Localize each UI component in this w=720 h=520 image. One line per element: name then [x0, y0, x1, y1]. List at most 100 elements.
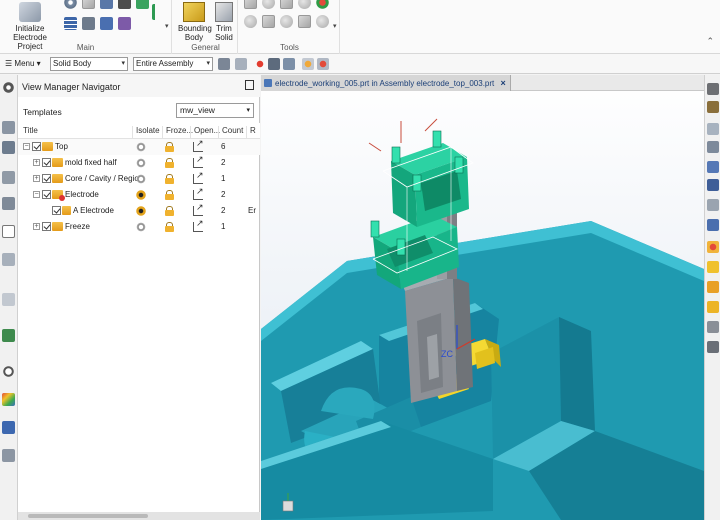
- tool-icon-10[interactable]: [316, 15, 329, 28]
- visibility-checkbox[interactable]: [42, 158, 51, 167]
- hide-icon[interactable]: [707, 83, 719, 95]
- open-icon[interactable]: [193, 186, 204, 200]
- isolate-icon[interactable]: [136, 142, 146, 152]
- navigator-scrollbar[interactable]: [18, 512, 260, 520]
- translucency-icon[interactable]: [707, 321, 719, 333]
- view-icon[interactable]: [283, 58, 295, 70]
- open-icon[interactable]: [193, 202, 204, 216]
- tree-row-electrode[interactable]: − Electrode 2: [18, 186, 260, 203]
- ribbon-collapse-icon[interactable]: ⌃: [706, 36, 714, 47]
- open-icon[interactable]: [193, 138, 204, 152]
- tint-icon[interactable]: [707, 301, 719, 313]
- menu-button[interactable]: ☰ Menu ▾: [3, 57, 43, 71]
- tool-icon-7[interactable]: [262, 15, 275, 28]
- wizard-icon[interactable]: [82, 0, 95, 9]
- tree-row-top[interactable]: − Top 6: [18, 138, 260, 155]
- constraint-icon[interactable]: [2, 171, 15, 184]
- templates-select[interactable]: mw_view ▾: [176, 103, 254, 118]
- process-icon[interactable]: [2, 421, 15, 434]
- electrode-tool-icon[interactable]: [82, 17, 95, 30]
- gear-icon[interactable]: [64, 0, 77, 9]
- graphics-tab[interactable]: electrode_working_005.prt in Assembly el…: [261, 75, 511, 91]
- add-icon[interactable]: [100, 0, 113, 9]
- history-icon[interactable]: [2, 293, 15, 306]
- tool-icon-8[interactable]: [280, 15, 293, 28]
- orient-icon[interactable]: [302, 58, 314, 70]
- expand-icon[interactable]: +: [33, 175, 40, 182]
- close-icon[interactable]: ×: [500, 78, 505, 88]
- column-header-extra[interactable]: R: [246, 126, 260, 138]
- isolate-icon[interactable]: [136, 174, 146, 184]
- wcs-icon[interactable]: [707, 101, 719, 113]
- assembly-icon[interactable]: [100, 17, 113, 30]
- bounding-body-button[interactable]: Bounding Body: [178, 0, 212, 42]
- clip-icon[interactable]: [707, 179, 719, 191]
- system-icon[interactable]: [2, 449, 15, 462]
- collapse-icon[interactable]: −: [33, 191, 40, 198]
- tree-row-a-electrode[interactable]: A Electrode 2 Er: [18, 202, 260, 219]
- main-more-dropdown[interactable]: ▾: [165, 22, 169, 30]
- lock-icon[interactable]: [165, 222, 174, 232]
- lock-icon[interactable]: [165, 190, 174, 200]
- tool-icon-5[interactable]: [316, 0, 329, 9]
- layer-icon[interactable]: [707, 219, 719, 231]
- measure-icon[interactable]: [707, 123, 719, 135]
- tree-row-freeze[interactable]: + Freeze 1: [18, 218, 260, 235]
- isolate-icon[interactable]: [136, 190, 146, 200]
- visibility-checkbox[interactable]: [42, 190, 51, 199]
- column-header-isolate[interactable]: Isolate: [132, 126, 162, 138]
- tool-icon-3[interactable]: [280, 0, 293, 9]
- filter-icon[interactable]: [235, 58, 247, 70]
- web-browser-icon[interactable]: [2, 329, 15, 342]
- open-icon[interactable]: [193, 218, 204, 232]
- pin-icon[interactable]: [268, 58, 280, 70]
- edge-icon[interactable]: [707, 199, 719, 211]
- visibility-checkbox[interactable]: [32, 142, 41, 151]
- open-icon[interactable]: [193, 154, 204, 168]
- render-icon[interactable]: [317, 58, 329, 70]
- column-header-frozen[interactable]: Froze...: [162, 126, 193, 138]
- tool-icon-2[interactable]: [262, 0, 275, 9]
- lock-icon[interactable]: [165, 158, 174, 168]
- fit-icon[interactable]: [707, 341, 719, 353]
- column-header-title[interactable]: Title: [18, 126, 132, 138]
- lock-icon[interactable]: [165, 142, 174, 152]
- analysis-icon[interactable]: [707, 141, 719, 153]
- snap-icon[interactable]: [218, 58, 230, 70]
- color-icon[interactable]: [707, 281, 719, 293]
- graphics-window[interactable]: electrode_working_005.prt in Assembly el…: [261, 75, 704, 520]
- open-icon[interactable]: [193, 170, 204, 184]
- select-arrow-icon[interactable]: [152, 4, 161, 20]
- column-header-count[interactable]: Count: [218, 126, 246, 138]
- expand-icon[interactable]: +: [33, 223, 40, 230]
- point-icon[interactable]: [254, 58, 266, 70]
- tree-row-mold-fixed-half[interactable]: + mold fixed half 2: [18, 154, 260, 171]
- maximize-icon[interactable]: [245, 80, 254, 90]
- visibility-checkbox[interactable]: [42, 174, 51, 183]
- table-icon[interactable]: [64, 17, 77, 30]
- lock-icon[interactable]: [165, 206, 174, 216]
- part-navigator-icon[interactable]: [2, 121, 15, 134]
- settings-icon[interactable]: [2, 81, 15, 94]
- assembly-navigator-icon[interactable]: [2, 141, 15, 154]
- column-header-open[interactable]: Open...: [190, 126, 220, 138]
- tool-icon-6[interactable]: [244, 15, 257, 28]
- trim-solid-button[interactable]: Trim Solid: [212, 0, 236, 42]
- isolate-icon[interactable]: [136, 222, 146, 232]
- render-style-icon[interactable]: [707, 261, 719, 273]
- measure-icon[interactable]: [118, 17, 131, 30]
- palette-icon[interactable]: [2, 393, 15, 406]
- lock-icon[interactable]: [165, 174, 174, 184]
- section-icon[interactable]: [707, 161, 719, 173]
- tool-icon-1[interactable]: [244, 0, 257, 9]
- visibility-checkbox[interactable]: [52, 206, 61, 215]
- tools-more-dropdown[interactable]: ▾: [333, 22, 337, 30]
- view-manager-icon[interactable]: [2, 225, 15, 238]
- tool-icon-9[interactable]: [298, 15, 311, 28]
- selection-filter-select[interactable]: Solid Body ▾: [50, 57, 128, 71]
- isolate-icon[interactable]: [136, 158, 146, 168]
- tool-icon-4[interactable]: [298, 0, 311, 9]
- visibility-checkbox[interactable]: [42, 222, 51, 231]
- expand-icon[interactable]: +: [33, 159, 40, 166]
- isolate-icon[interactable]: [136, 206, 146, 216]
